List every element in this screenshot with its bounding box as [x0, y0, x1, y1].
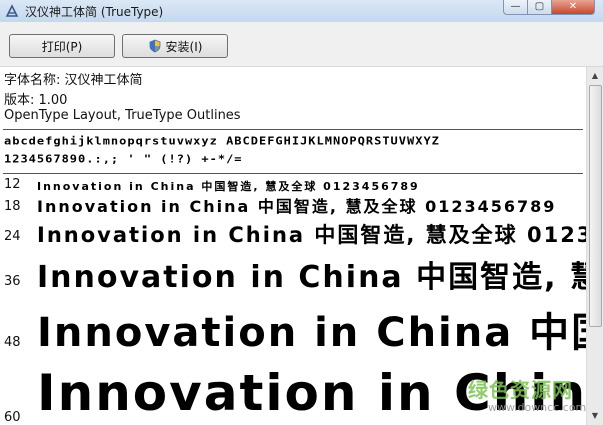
font-type-line: OpenType Layout, TrueType Outlines — [4, 108, 241, 123]
sample-text: Innovation in China 中国智造, 慧及全球 — [37, 260, 586, 295]
divider — [3, 173, 583, 174]
font-preview-pane: 字体名称: 汉仪神工体简 版本: 1.00 OpenType Layout, T… — [0, 67, 586, 425]
scrollbar-thumb[interactable] — [589, 85, 602, 327]
sample-text: Innovation in China 中国智造, 慧及全球 012345678… — [37, 223, 586, 247]
scroll-down-arrow-icon[interactable]: ▼ — [587, 407, 603, 424]
sample-size-label: 24 — [4, 229, 21, 244]
sample-size-label: 12 — [4, 177, 21, 192]
maximize-button[interactable]: ▢ — [527, 0, 552, 15]
font-version-line: 版本: 1.00 — [4, 93, 68, 108]
minimize-button[interactable]: — — [503, 0, 528, 15]
sample-text: Innovation in China 中国智造, 慧及全球 012345678… — [37, 197, 557, 216]
watermark-text: 绿色资源网 — [468, 378, 573, 402]
title-bar[interactable]: 汉仪神工体简 (TrueType) — ▢ ✕ — [0, 0, 603, 22]
install-button-label: 安装(I) — [165, 39, 203, 54]
install-button[interactable]: 安装(I) — [122, 34, 228, 58]
sample-size-label: 18 — [4, 199, 21, 214]
sample-size-label: 36 — [4, 274, 21, 289]
close-button[interactable]: ✕ — [551, 0, 595, 15]
charset-letters: abcdefghijklmnopqrstuvwxyz ABCDEFGHIJKLM… — [4, 135, 440, 147]
print-button-label: 打印(P) — [41, 39, 83, 54]
watermark-url: www.downcc.com — [488, 401, 587, 414]
sample-size-label: 60 — [4, 410, 21, 425]
sample-text: Innovation in China 中国智造 — [37, 310, 586, 356]
scroll-up-arrow-icon[interactable]: ▲ — [587, 67, 603, 84]
vertical-scrollbar[interactable]: ▲ ▼ — [586, 67, 603, 425]
uac-shield-icon — [149, 39, 160, 53]
window-title: 汉仪神工体简 (TrueType) — [25, 5, 164, 19]
sample-text: Innovation in China 中国智造, 慧及全球 012345678… — [37, 180, 420, 193]
divider — [3, 129, 583, 130]
charset-digits-symbols: 1234567890.:,; ' " (!?) +-*/= — [4, 153, 243, 165]
sample-size-label: 48 — [4, 335, 21, 350]
print-button[interactable]: 打印(P) — [9, 34, 115, 58]
toolbar: 打印(P) 安装(I) — [0, 22, 603, 67]
font-viewer-icon — [5, 4, 19, 17]
font-name-line: 字体名称: 汉仪神工体简 — [4, 73, 143, 88]
